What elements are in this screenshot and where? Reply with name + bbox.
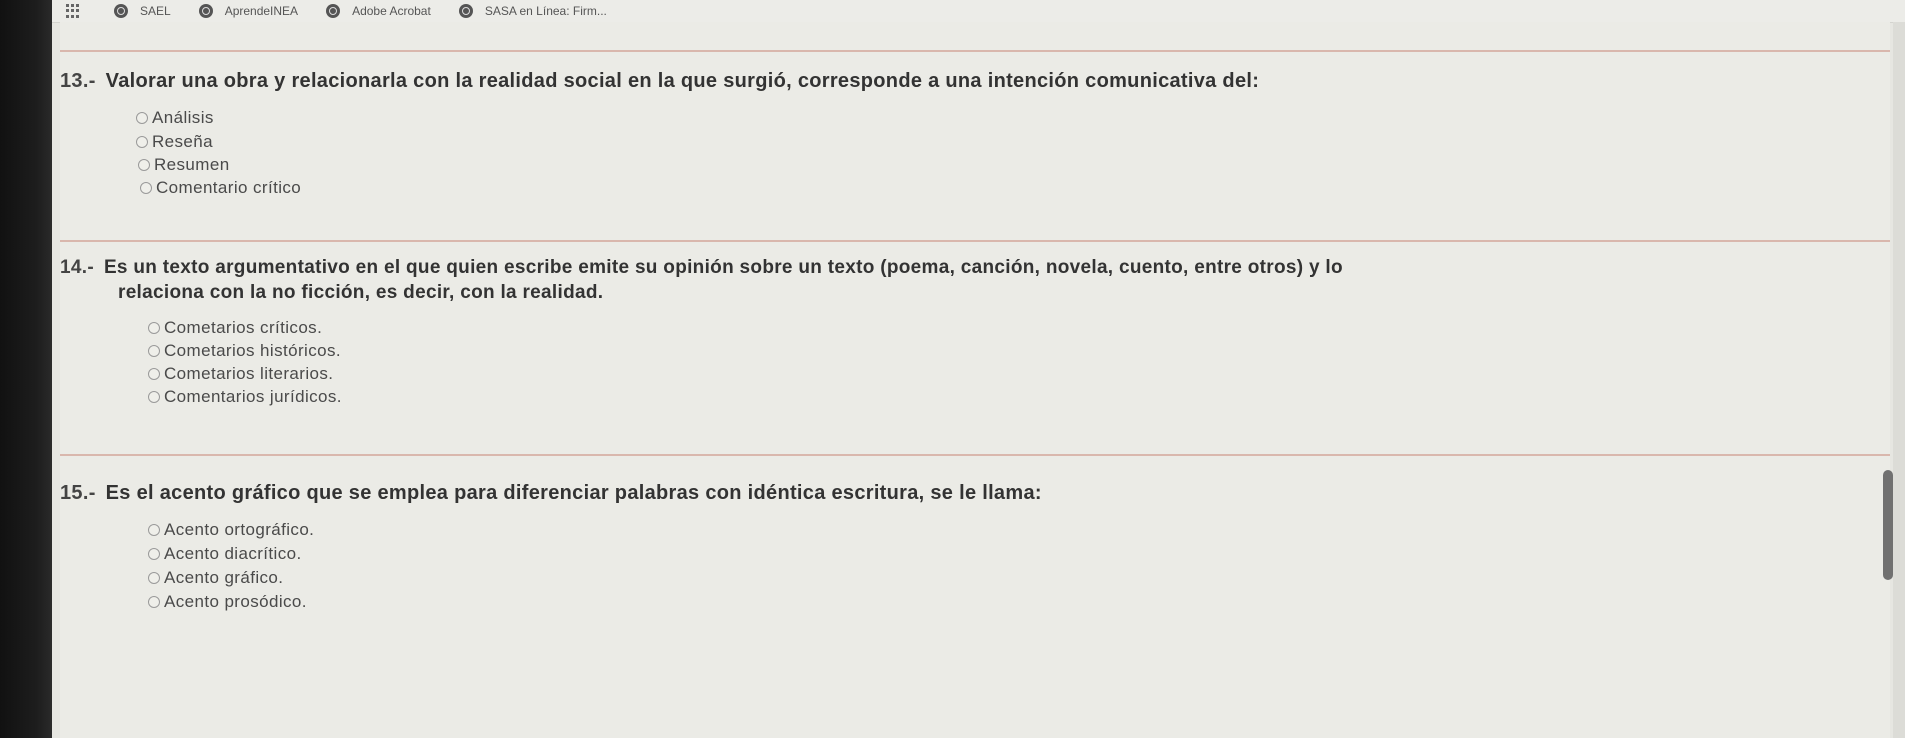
radio-button[interactable] xyxy=(148,524,160,536)
bookmark-label: SAEL xyxy=(140,4,171,18)
bookmark-label: SASA en Línea: Firm... xyxy=(484,4,607,18)
option-label: Resumen xyxy=(154,155,230,174)
scrollbar-track[interactable] xyxy=(1893,22,1905,738)
option-label: Acento gráfico. xyxy=(164,568,284,587)
option-label: Cometarios históricos. xyxy=(164,341,341,360)
q15-option-2[interactable]: Acento diacrítico. xyxy=(148,544,302,564)
question-number: 13.- xyxy=(60,70,96,92)
question-number: 15.- xyxy=(60,482,96,504)
q14-option-1[interactable]: Cometarios críticos. xyxy=(148,318,322,338)
radio-button[interactable] xyxy=(136,136,148,148)
option-label: Cometarios críticos. xyxy=(164,318,323,337)
radio-button[interactable] xyxy=(136,112,148,124)
radio-button[interactable] xyxy=(138,159,150,171)
q15-option-3[interactable]: Acento gráfico. xyxy=(148,568,283,588)
bookmark-sael[interactable]: SAEL xyxy=(114,4,171,18)
option-label: Comentarios jurídicos. xyxy=(164,387,342,406)
radio-button[interactable] xyxy=(148,596,160,608)
radio-button[interactable] xyxy=(148,391,160,403)
apps-grid-icon[interactable] xyxy=(66,4,80,18)
screen-bezel xyxy=(0,0,52,738)
quiz-page: 13.- Valorar una obra y relacionarla con … xyxy=(60,22,1890,738)
option-label: Acento diacrítico. xyxy=(164,544,302,563)
bookmark-label: Adobe Acrobat xyxy=(352,4,431,18)
question-14-line-2: relaciona con la no ficción, es decir, c… xyxy=(118,282,603,304)
bookmarks-bar: SAEL AprendeINEA Adobe Acrobat SASA en L… xyxy=(52,0,1905,23)
option-label: Cometarios literarios. xyxy=(164,364,334,383)
section-divider xyxy=(60,454,1890,456)
q13-option-1[interactable]: Análisis xyxy=(136,108,214,128)
vertical-scrollbar[interactable] xyxy=(1883,470,1893,580)
radio-button[interactable] xyxy=(148,345,160,357)
radio-button[interactable] xyxy=(148,548,160,560)
q14-option-3[interactable]: Cometarios literarios. xyxy=(148,364,333,384)
radio-button[interactable] xyxy=(140,182,152,194)
question-number: 14.- xyxy=(60,257,94,278)
question-text: Es un texto argumentativo en el que quie… xyxy=(103,257,1343,278)
radio-button[interactable] xyxy=(148,572,160,584)
question-text: Valorar una obra y relacionarla con la r… xyxy=(105,70,1260,92)
option-label: Análisis xyxy=(152,108,214,127)
q13-option-2[interactable]: Reseña xyxy=(136,132,213,152)
globe-icon xyxy=(198,4,213,18)
question-text: Es el acento gráfico que se emplea para … xyxy=(105,482,1042,504)
question-text: relaciona con la no ficción, es decir, c… xyxy=(118,282,604,303)
option-label: Comentario crítico xyxy=(156,178,302,197)
q14-option-4[interactable]: Comentarios jurídicos. xyxy=(148,387,342,407)
globe-icon xyxy=(458,4,473,18)
globe-icon xyxy=(114,4,128,18)
section-divider xyxy=(60,240,1890,242)
section-divider xyxy=(60,50,1890,52)
bookmark-sasa[interactable]: SASA en Línea: Firm... xyxy=(458,4,607,18)
q15-option-4[interactable]: Acento prosódico. xyxy=(148,592,307,612)
scrollbar-thumb[interactable] xyxy=(1883,470,1893,580)
option-label: Acento ortográfico. xyxy=(164,520,315,539)
q13-option-4[interactable]: Comentario crítico xyxy=(140,178,301,198)
question-15: 15.- Es el acento gráfico que se emplea p… xyxy=(60,482,1042,505)
bookmark-adobe-acrobat[interactable]: Adobe Acrobat xyxy=(326,4,431,18)
question-14: 14.- Es un texto argumentativo en el que … xyxy=(60,257,1343,279)
option-label: Acento prosódico. xyxy=(164,592,307,611)
q15-option-1[interactable]: Acento ortográfico. xyxy=(148,520,314,540)
q14-option-2[interactable]: Cometarios históricos. xyxy=(148,341,341,361)
globe-icon xyxy=(326,4,341,18)
q13-option-3[interactable]: Resumen xyxy=(138,155,230,175)
radio-button[interactable] xyxy=(148,368,160,380)
bookmark-label: AprendeINEA xyxy=(224,4,299,18)
radio-button[interactable] xyxy=(148,322,160,334)
bookmark-aprendeinea[interactable]: AprendeINEA xyxy=(198,4,299,18)
option-label: Reseña xyxy=(152,132,213,151)
question-13: 13.- Valorar una obra y relacionarla con … xyxy=(60,70,1259,93)
